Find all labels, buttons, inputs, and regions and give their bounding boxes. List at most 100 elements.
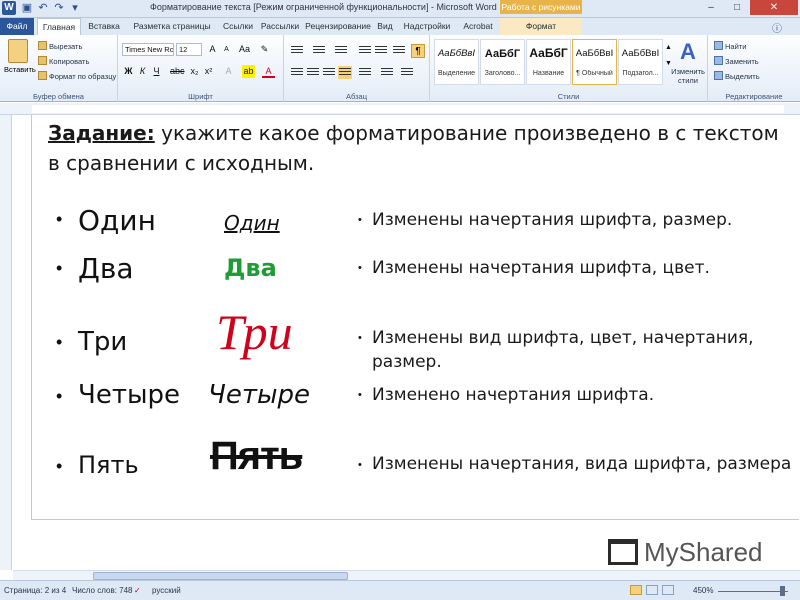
highlight-icon[interactable]: ab — [242, 65, 255, 78]
watermark-text: MyShared — [644, 537, 763, 567]
style-title[interactable]: АаБбГ Название — [526, 39, 571, 85]
style-subtitle[interactable]: АаБбВвІ Подзагол... — [618, 39, 663, 85]
decrease-indent-icon[interactable] — [358, 44, 372, 57]
minimize-button[interactable]: – — [698, 0, 724, 15]
web-layout-view-icon[interactable] — [662, 585, 674, 595]
replace-button[interactable]: Заменить — [714, 56, 759, 66]
maximize-button[interactable]: □ — [724, 0, 750, 15]
text-effects-icon[interactable]: A — [222, 65, 235, 78]
print-layout-view-icon[interactable] — [630, 585, 642, 595]
line-spacing-icon[interactable] — [358, 66, 372, 79]
task-label: Задание: — [48, 121, 155, 145]
italic-icon[interactable]: К — [136, 65, 149, 78]
style-emphasis[interactable]: АаБбВвІ Выделение — [434, 39, 479, 85]
binoculars-icon — [714, 41, 723, 50]
redo-icon[interactable]: ↷ — [52, 1, 66, 15]
picture-tools-context-title: Работа с рисунками — [500, 0, 582, 14]
list-bullet: • — [56, 209, 63, 229]
tab-references[interactable]: Ссылки — [220, 18, 256, 35]
show-formatting-marks-button[interactable]: ¶ — [411, 44, 425, 58]
format-description: Изменены начертания шрифта, цвет. — [372, 258, 710, 278]
vertical-ruler[interactable] — [0, 115, 12, 570]
shrink-font-icon[interactable]: A — [220, 43, 233, 56]
change-styles-button[interactable]: A Изменить стили — [669, 39, 707, 85]
zoom-level[interactable]: 450% — [693, 586, 713, 595]
quick-access-dropdown-icon[interactable]: ▾ — [68, 1, 82, 15]
borders-icon[interactable] — [400, 66, 414, 79]
superscript-icon[interactable]: x² — [202, 65, 215, 78]
help-icon[interactable]: ⓘ — [772, 20, 782, 35]
horizontal-scrollbar[interactable] — [13, 570, 800, 580]
strikethrough-icon[interactable]: abc — [170, 65, 185, 78]
paragraph-group: ¶ Абзац — [284, 35, 430, 102]
increase-indent-icon[interactable] — [374, 44, 388, 57]
editing-group-label: Редактирование — [725, 92, 783, 101]
editing-group: Найти Заменить Выделить Редактирование — [708, 35, 800, 102]
list-bullet: • — [56, 332, 63, 352]
original-word: Четыре — [78, 380, 180, 410]
align-left-icon[interactable] — [290, 66, 304, 79]
undo-icon[interactable]: ↶ — [36, 1, 50, 15]
spellcheck-icon[interactable]: ✓ — [134, 586, 141, 595]
cut-button[interactable]: Вырезать — [38, 41, 82, 51]
window-title: Форматирование текста [Режим ограниченно… — [150, 2, 497, 12]
bold-icon[interactable]: Ж — [122, 65, 135, 78]
horizontal-ruler[interactable] — [0, 103, 800, 115]
desc-bullet: • — [358, 459, 362, 471]
justify-icon[interactable] — [338, 66, 352, 79]
tab-page-layout[interactable]: Разметка страницы — [126, 18, 218, 35]
page-indicator[interactable]: Страница: 2 из 4 — [4, 586, 66, 595]
format-description: Изменены начертания шрифта, размер. — [372, 210, 733, 230]
underline-icon[interactable]: Ч — [150, 65, 163, 78]
grow-font-icon[interactable]: A — [206, 43, 219, 56]
zoom-slider-thumb[interactable] — [780, 586, 785, 596]
format-painter-button[interactable]: Формат по образцу — [38, 71, 116, 81]
format-description: Изменены вид шрифта, цвет, начертания, р… — [372, 328, 754, 372]
select-button[interactable]: Выделить — [714, 71, 760, 81]
full-screen-view-icon[interactable] — [646, 585, 658, 595]
scissors-icon — [38, 41, 47, 50]
sort-icon[interactable] — [392, 44, 406, 57]
font-color-icon[interactable]: A — [262, 65, 275, 78]
bullets-icon[interactable] — [290, 44, 304, 57]
title-bar: W ▣ ↶ ↷ ▾ Форматирование текста [Режим о… — [0, 0, 800, 18]
tab-file[interactable]: Файл — [0, 18, 34, 35]
scrollbar-thumb[interactable] — [93, 572, 348, 580]
subscript-icon[interactable]: x₂ — [188, 65, 201, 78]
style-sample: АаБбГ — [484, 48, 521, 60]
style-normal[interactable]: АаБбВвІ ¶ Обычный — [572, 39, 617, 85]
align-right-icon[interactable] — [322, 66, 336, 79]
tab-acrobat[interactable]: Acrobat — [458, 18, 498, 35]
tab-view[interactable]: Вид — [374, 18, 396, 35]
tab-addins[interactable]: Надстройки — [398, 18, 456, 35]
close-button[interactable]: ✕ — [750, 0, 798, 15]
font-name-combo[interactable]: Times New Rc — [122, 43, 174, 56]
multilevel-list-icon[interactable] — [334, 44, 348, 57]
find-button[interactable]: Найти — [714, 41, 746, 51]
language-indicator[interactable]: русский — [152, 586, 181, 595]
numbering-icon[interactable] — [312, 44, 326, 57]
word-logo-icon[interactable]: W — [2, 1, 16, 15]
change-case-icon[interactable]: Aa — [238, 43, 251, 56]
style-sample: АаБбВвІ — [621, 48, 660, 59]
font-group-label: Шрифт — [188, 92, 213, 101]
shading-icon[interactable] — [380, 66, 394, 79]
tab-format[interactable]: Формат — [500, 18, 582, 35]
tab-home[interactable]: Главная — [37, 18, 81, 35]
tab-insert[interactable]: Вставка — [84, 18, 124, 35]
word-count[interactable]: Число слов: 748 — [72, 586, 132, 595]
style-heading[interactable]: АаБбГ Заголово... — [480, 39, 525, 85]
save-icon[interactable]: ▣ — [20, 1, 34, 15]
select-icon — [714, 71, 723, 80]
tab-mailings[interactable]: Рассылки — [258, 18, 302, 35]
style-sample: АаБбВвІ — [437, 48, 476, 59]
clear-formatting-icon[interactable]: ✎ — [258, 43, 271, 56]
copy-button[interactable]: Копировать — [38, 56, 89, 66]
font-size-combo[interactable]: 12 — [176, 43, 202, 56]
align-center-icon[interactable] — [306, 66, 320, 79]
font-group: Times New Rc 12 A A Aa ✎ Ж К Ч abc x₂ x²… — [118, 35, 284, 102]
zoom-slider[interactable] — [718, 591, 788, 592]
replace-icon — [714, 56, 723, 65]
paste-button[interactable]: Вставить — [4, 39, 36, 83]
tab-review[interactable]: Рецензирование — [303, 18, 373, 35]
